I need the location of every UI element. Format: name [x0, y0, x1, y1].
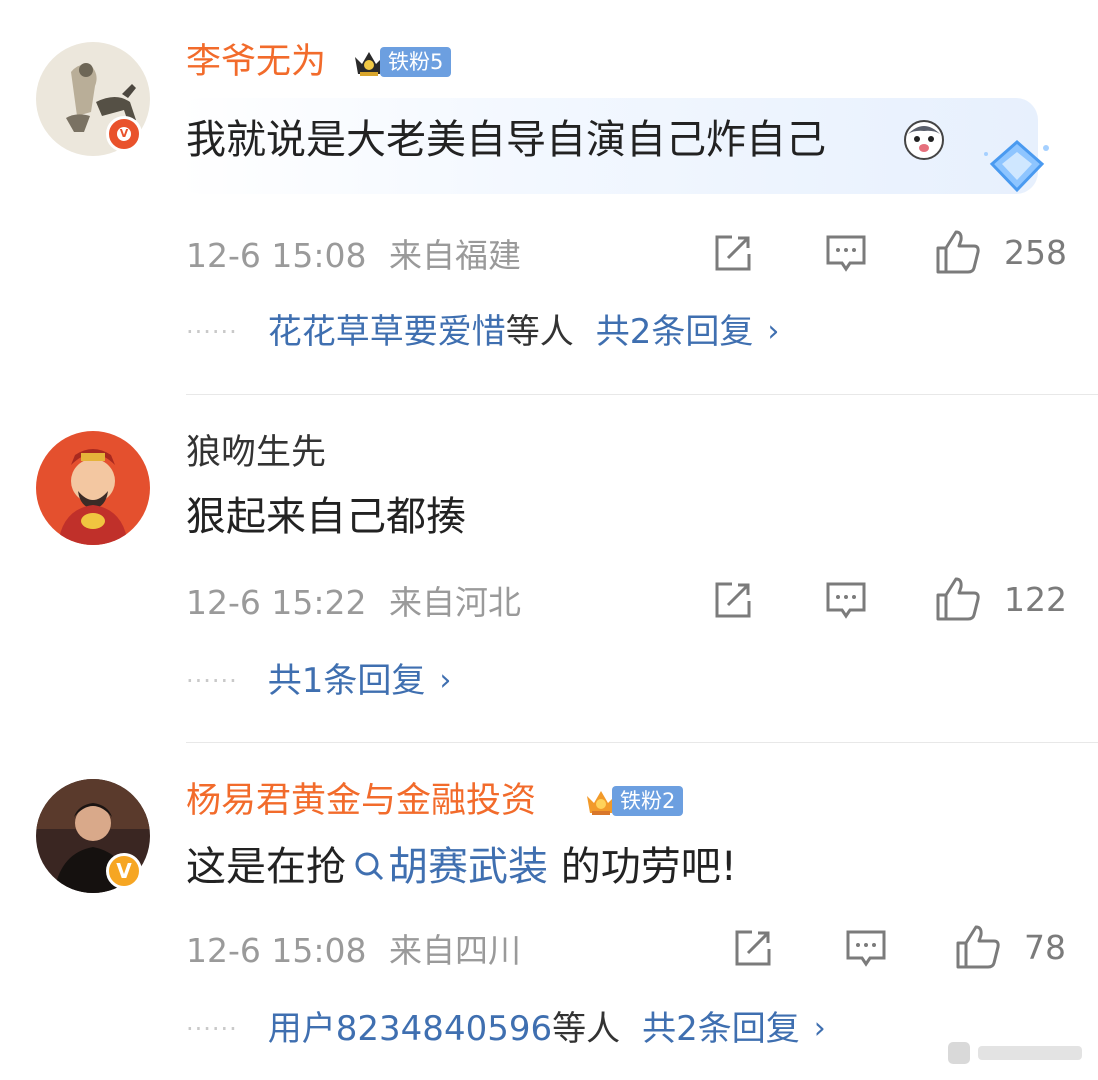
reply-summary[interactable]: ······ 共1条回复 ›	[186, 659, 451, 703]
watermark-logo	[948, 1042, 1082, 1064]
comment-location: 来自四川	[389, 931, 521, 970]
verified-badge-icon: V	[106, 853, 142, 889]
chevron-right-icon: ›	[813, 1011, 826, 1046]
comment-text-prefix: 这是在抢	[186, 844, 346, 890]
fan-badge-label: 铁粉2	[612, 786, 684, 816]
share-button[interactable]	[732, 927, 774, 969]
like-count: 258	[1004, 232, 1067, 272]
comment-item-3: V 杨易君黄金与金融投资 铁粉2 这是在抢 胡赛武装 的功劳吧! 12-6 15:…	[0, 743, 1098, 1080]
comment-icon	[826, 582, 866, 619]
comment-time: 12-6 15:08	[186, 236, 367, 275]
search-icon	[355, 852, 384, 881]
avatar[interactable]	[36, 431, 150, 545]
reply-names[interactable]: 用户8234840596	[268, 1007, 552, 1051]
username[interactable]: 狼吻生先	[186, 431, 326, 475]
fan-badge[interactable]: 铁粉2	[584, 785, 684, 817]
comment-location: 来自河北	[389, 583, 521, 622]
username[interactable]: 李爷无为	[186, 40, 326, 84]
chevron-right-icon: ›	[439, 663, 452, 698]
reply-dots: ······	[186, 1015, 238, 1043]
comment-text-content: 我就说是大老美自导自演自己炸自己	[186, 117, 826, 163]
reply-dots: ······	[186, 318, 238, 346]
share-icon	[735, 930, 771, 966]
fan-badge-label: 铁粉5	[380, 47, 452, 77]
comment-button[interactable]	[824, 232, 868, 274]
comment-item-2: 狼吻生先 狠起来自己都揍 12-6 15:22 来自河北 122 ······ …	[0, 395, 1098, 742]
search-topic-link[interactable]: 胡赛武装	[388, 844, 548, 890]
reply-names[interactable]: 花花草草要爱惜	[268, 310, 506, 354]
comment-text: 我就说是大老美自导自演自己炸自己	[186, 114, 826, 166]
comment-icon	[846, 930, 886, 967]
comment-location: 来自福建	[389, 236, 521, 275]
like-button[interactable]: 122	[934, 575, 1067, 623]
like-count: 122	[1004, 579, 1067, 619]
reply-summary[interactable]: ······ 用户8234840596 等人 共2条回复 ›	[186, 1007, 826, 1051]
comment-button[interactable]	[844, 927, 888, 969]
share-button[interactable]	[712, 579, 754, 621]
comment-text: 狠起来自己都揍	[186, 494, 466, 540]
like-button[interactable]: 258	[934, 228, 1067, 276]
comment-text-suffix: 的功劳吧!	[548, 844, 737, 890]
comment-time: 12-6 15:08	[186, 931, 367, 970]
reply-summary[interactable]: ······ 花花草草要爱惜 等人 共2条回复 ›	[186, 310, 779, 354]
like-count: 78	[1024, 927, 1066, 967]
reply-names-suffix: 等人	[505, 312, 574, 352]
verified-badge-icon: V	[106, 116, 142, 152]
comment-meta: 12-6 15:22 来自河北	[186, 583, 521, 623]
like-icon	[936, 230, 980, 274]
username[interactable]: 杨易君黄金与金融投资	[186, 779, 536, 823]
comment-button[interactable]	[824, 579, 868, 621]
comment-icon	[826, 235, 866, 272]
husky-emoji-icon	[904, 120, 944, 160]
share-icon	[715, 582, 751, 618]
comment-meta: 12-6 15:08 来自四川	[186, 931, 521, 971]
share-button[interactable]	[712, 232, 754, 274]
diamond-sticker-icon	[984, 140, 1049, 193]
comment-item-1: V 李爷无为 铁粉5 我就说是大老美自导自演自己炸自己 12-6 15:08 来…	[0, 0, 1098, 395]
reply-names-suffix: 等人	[552, 1009, 621, 1049]
like-icon	[956, 925, 1000, 969]
reply-total[interactable]: 共2条回复	[596, 310, 754, 354]
like-icon	[936, 577, 980, 621]
fan-badge[interactable]: 铁粉5	[352, 46, 452, 78]
like-button[interactable]: 78	[954, 923, 1066, 971]
reply-total[interactable]: 共2条回复	[642, 1007, 800, 1051]
comment-meta: 12-6 15:08 来自福建	[186, 236, 521, 276]
reply-total[interactable]: 共1条回复	[268, 659, 426, 703]
share-icon	[715, 235, 751, 271]
reply-dots: ······	[186, 667, 238, 695]
comment-text: 这是在抢 胡赛武装 的功劳吧!	[186, 841, 737, 893]
chevron-right-icon: ›	[767, 314, 780, 349]
comment-time: 12-6 15:22	[186, 583, 367, 622]
